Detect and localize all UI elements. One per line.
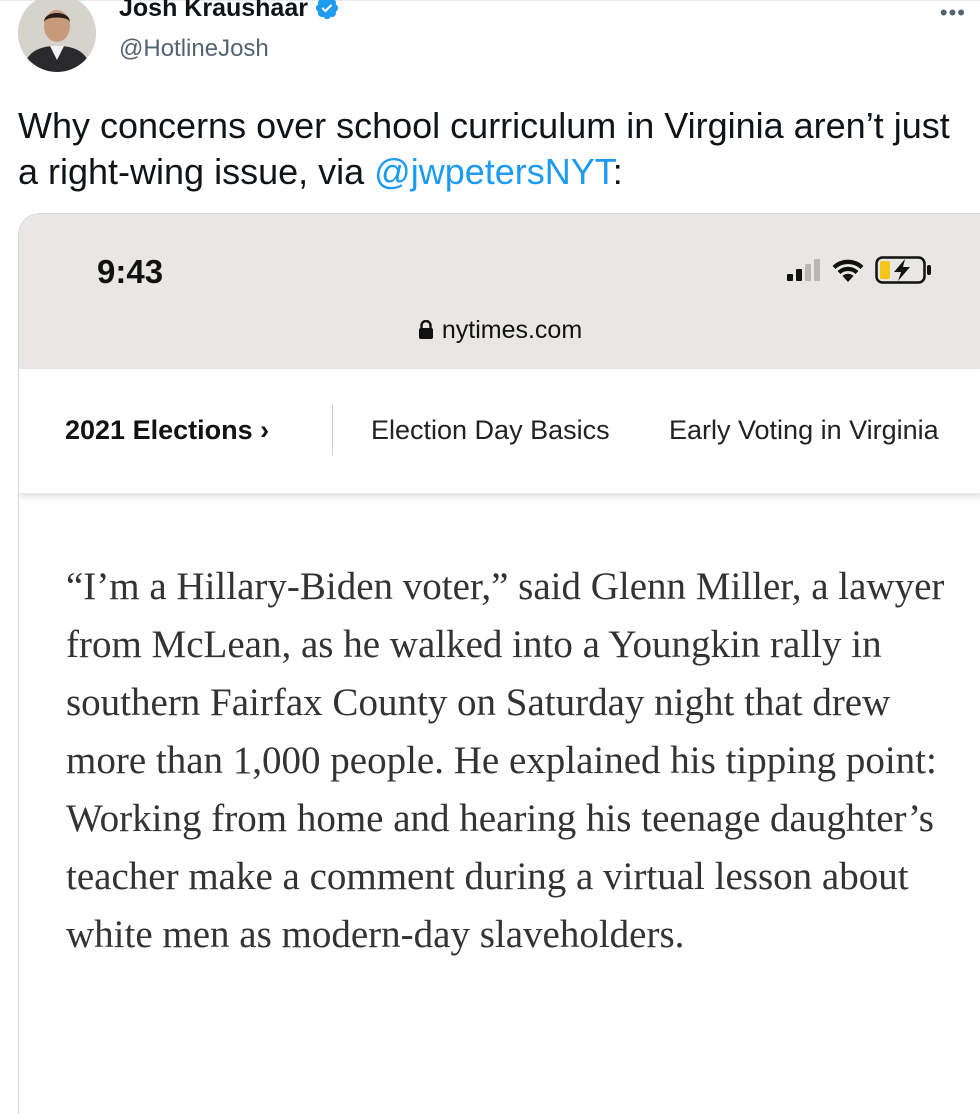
- author-handle[interactable]: @HotlineJosh: [119, 34, 269, 64]
- verified-badge-icon: [315, 0, 339, 20]
- article-paragraph: “I’m a Hillary-Biden voter,” said Glenn …: [66, 565, 945, 956]
- url-text: nytimes.com: [441, 316, 583, 344]
- author-name[interactable]: Josh Kraushaar: [119, 0, 340, 23]
- nav-divider: [332, 405, 333, 455]
- cellular-signal-icon: [787, 259, 820, 281]
- chevron-right-icon: ›: [260, 415, 270, 445]
- browser-chrome: 9:43 nytimes.com: [19, 214, 980, 369]
- tweet-text-suffix: :: [612, 151, 623, 192]
- author-avatar[interactable]: [18, 0, 96, 72]
- author-name-text: Josh Kraushaar: [119, 0, 308, 22]
- tweet-text: Why concerns over school curriculum in V…: [18, 103, 963, 195]
- mention-link[interactable]: @jwpetersNYT: [374, 151, 613, 192]
- tweet-media-image[interactable]: 9:43 nytimes.com 2021 Elections › Electi…: [18, 213, 980, 1114]
- battery-charging-icon: [875, 256, 931, 284]
- nav-item-election-day-basics[interactable]: Election Day Basics: [371, 413, 610, 447]
- wifi-icon: [832, 259, 864, 282]
- status-bar-time: 9:43: [97, 253, 164, 290]
- avatar-image: [18, 0, 96, 72]
- more-options-icon[interactable]: •••: [940, 2, 966, 24]
- lock-icon: [418, 320, 433, 339]
- nav-section-2021-elections[interactable]: 2021 Elections ›: [65, 413, 269, 447]
- address-bar[interactable]: nytimes.com: [19, 314, 980, 346]
- nav-item-early-voting-virginia[interactable]: Early Voting in Virginia: [669, 413, 939, 447]
- status-bar-icons: [787, 256, 933, 284]
- section-nav-bar: 2021 Elections › Election Day Basics Ear…: [19, 369, 980, 493]
- nav-section-label: 2021 Elections: [65, 415, 253, 445]
